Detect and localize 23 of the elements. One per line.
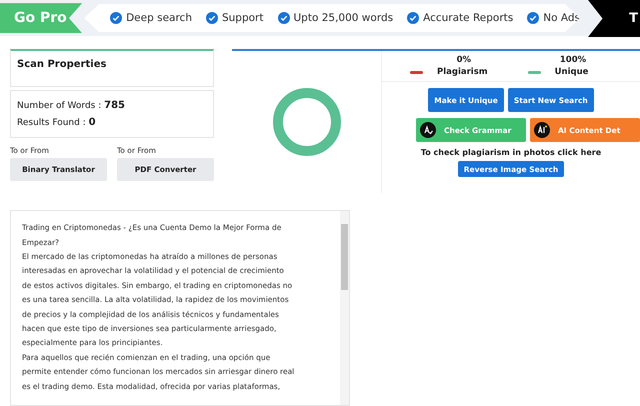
checkmark-icon: [278, 12, 290, 24]
legend-label: Unique: [554, 67, 588, 78]
legend-label: Plagiarism: [437, 67, 488, 78]
checkmark-icon: [110, 12, 122, 24]
stat-text: Number of Words : 785: [17, 100, 126, 112]
percent-text: 0%: [456, 55, 472, 66]
percent-text: 100%: [560, 55, 586, 66]
dark-button[interactable]: T: [588, 0, 640, 37]
checkmark-icon: [407, 12, 420, 24]
feature-label: Accurate Reports: [423, 12, 514, 24]
checkmark-icon: [527, 12, 540, 24]
ai-icon: [534, 122, 550, 138]
feature-label: Upto 25,000 words: [294, 12, 394, 24]
stat-text: Results Found : 0: [17, 117, 97, 128]
checkmark-icon: [206, 12, 218, 24]
text-area[interactable]: [10, 210, 350, 406]
feature-label: Deep search: [126, 12, 192, 24]
donut-drawing: [272, 87, 342, 158]
grammar-icon: [420, 122, 436, 138]
feature-label: Support: [222, 12, 264, 24]
card-title: Scan Properties: [17, 59, 108, 70]
photo-hint: To check plagiarism in photos click here: [420, 148, 602, 158]
scrollbar-thumb[interactable]: [341, 224, 348, 290]
